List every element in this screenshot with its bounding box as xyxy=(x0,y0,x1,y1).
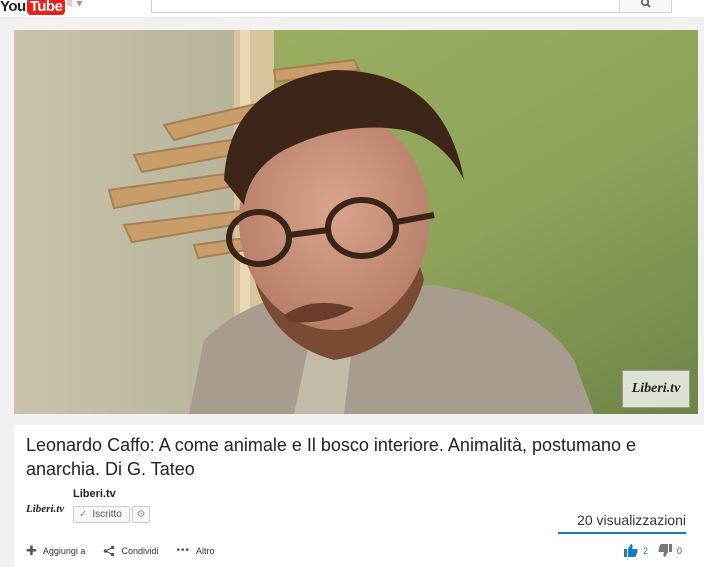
youtube-logo[interactable]: You Tube xyxy=(0,0,66,15)
view-count: 20 visualizzazioni xyxy=(577,512,686,528)
checkmark-icon: ✓ xyxy=(79,509,88,520)
more-label: Altro xyxy=(196,546,215,556)
masthead: You Tube ≡ ▾ xyxy=(0,0,704,18)
dislike-count: 0 xyxy=(677,545,683,556)
subscription-settings-button[interactable]: ⚙ xyxy=(132,506,150,523)
channel-name-link[interactable]: Liberi.tv xyxy=(73,488,116,500)
subscribed-button[interactable]: ✓ Iscritto xyxy=(73,506,130,523)
watermark-text: Liberi.tv xyxy=(631,381,681,396)
thumbs-up-icon[interactable] xyxy=(624,544,638,557)
more-dots-icon: ••• xyxy=(176,545,190,556)
search-input[interactable] xyxy=(151,0,621,13)
video-frame xyxy=(14,30,698,414)
sentiment-bar xyxy=(558,532,686,534)
add-to-label: Aggiungi a xyxy=(42,546,86,556)
video-info-card: Leonardo Caffo: A come animale e Il bosc… xyxy=(14,425,704,567)
plus-icon: ✚ xyxy=(26,543,37,558)
channel-watermark: Liberi.tv xyxy=(622,370,690,408)
menu-icon: ≡ ▾ xyxy=(66,0,83,10)
search-button[interactable] xyxy=(619,0,672,13)
guide-menu-button[interactable]: ≡ ▾ xyxy=(66,0,88,10)
rating-buttons: 2 0 xyxy=(624,544,692,557)
video-title: Leonardo Caffo: A come animale e Il bosc… xyxy=(26,435,637,479)
action-bar: ✚ Aggiungi a Condividi ••• Altro xyxy=(26,543,233,559)
share-label: Condividi xyxy=(121,546,159,556)
channel-avatar-text: Liberi.tv xyxy=(26,503,65,515)
share-icon xyxy=(104,545,115,557)
search-icon xyxy=(641,0,651,8)
channel-avatar[interactable]: Liberi.tv xyxy=(26,499,66,519)
more-button[interactable]: ••• Altro xyxy=(176,545,214,557)
logo-tube-text: Tube xyxy=(26,0,66,15)
like-count: 2 xyxy=(643,545,649,556)
thumbs-down-icon[interactable] xyxy=(658,544,673,557)
share-button[interactable]: Condividi xyxy=(103,545,158,557)
gear-icon: ⚙ xyxy=(136,509,146,520)
logo-you-text: You xyxy=(0,0,26,15)
subscribe-label: Iscritto xyxy=(92,509,122,520)
video-player[interactable]: Liberi.tv xyxy=(14,30,698,414)
add-to-button[interactable]: ✚ Aggiungi a xyxy=(26,543,86,558)
